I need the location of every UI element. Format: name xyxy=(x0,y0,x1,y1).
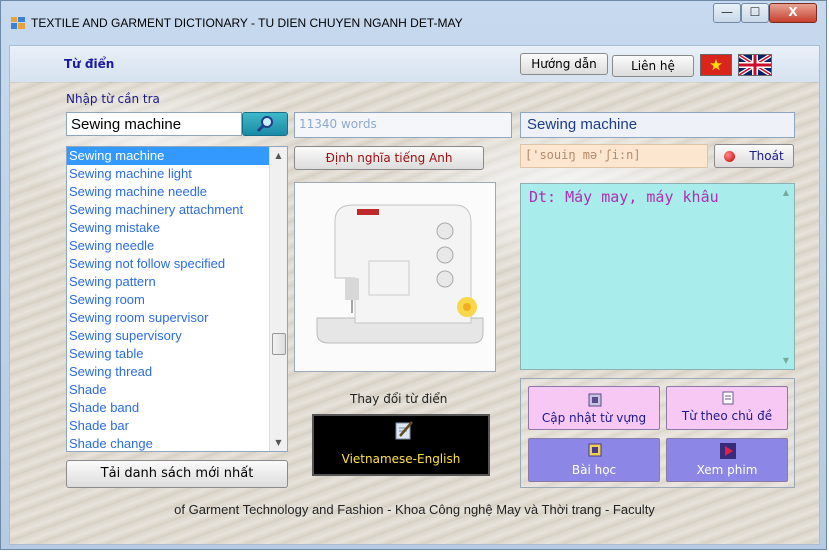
footer-text: of Garment Technology and Fashion - Khoa… xyxy=(174,502,655,517)
word-list-item[interactable]: Sewing machine needle xyxy=(67,183,287,201)
dictionary-selector[interactable]: Vietnamese-English xyxy=(312,414,490,476)
uk-flag-button[interactable] xyxy=(737,53,773,77)
word-list-item[interactable]: Sewing machine light xyxy=(67,165,287,183)
title-bar: TEXTILE AND GARMENT DICTIONARY - TU DIEN… xyxy=(1,1,826,35)
document-icon xyxy=(722,391,734,405)
current-dictionary: Vietnamese-English xyxy=(341,452,461,466)
videos-label: Xem phim xyxy=(696,463,758,477)
main-client-area: Từ điển Hướng dẫn Liên hệ Nhập từ cần tr… xyxy=(9,45,820,545)
topics-button[interactable]: Từ theo chủ đề xyxy=(666,386,788,430)
topics-label: Từ theo chủ đề xyxy=(681,409,773,423)
lessons-button[interactable]: Bài học xyxy=(528,438,660,482)
headword-display: Sewing machine xyxy=(520,112,795,138)
sewing-machine-image xyxy=(295,183,495,371)
vietnam-flag-button[interactable] xyxy=(700,54,732,76)
maximize-button[interactable]: ☐ xyxy=(741,3,769,23)
lesson-icon xyxy=(588,443,602,457)
word-list-item[interactable]: Sewing table xyxy=(67,345,287,363)
update-icon xyxy=(588,393,602,407)
def-scroll-up-icon[interactable]: ▲ xyxy=(778,184,794,201)
pronunciation-display: ['souiŋ mə'ʃi:n] xyxy=(520,144,708,168)
update-vocab-label: Cập nhật từ vựng xyxy=(541,411,647,425)
minimize-button[interactable]: — xyxy=(713,3,741,23)
help-button[interactable]: Hướng dẫn xyxy=(520,53,608,75)
word-list-item[interactable]: Sewing room xyxy=(67,291,287,309)
image-panel xyxy=(294,182,496,372)
search-button[interactable] xyxy=(242,112,288,136)
scroll-thumb[interactable] xyxy=(272,333,286,355)
app-window: TEXTILE AND GARMENT DICTIONARY - TU DIEN… xyxy=(0,0,827,550)
word-list-item[interactable]: Shade bar xyxy=(67,417,287,435)
word-list-item[interactable]: Shade xyxy=(67,381,287,399)
lessons-label: Bài học xyxy=(571,463,617,477)
word-list-item[interactable]: Sewing room supervisor xyxy=(67,309,287,327)
word-list-items: Sewing machine Sewing machine light Sewing… xyxy=(67,147,287,451)
scroll-up-icon[interactable]: ▲ xyxy=(270,147,287,164)
definition-panel[interactable]: Dt: Máy may, máy khâu ▲ ▼ xyxy=(520,183,795,370)
english-definition-button[interactable]: Định nghĩa tiếng Anh xyxy=(294,146,484,170)
window-title: TEXTILE AND GARMENT DICTIONARY - TU DIEN… xyxy=(31,16,463,30)
contact-button[interactable]: Liên hệ xyxy=(612,55,694,77)
word-list-item[interactable]: Sewing supervisory xyxy=(67,327,287,345)
definition-scrollbar[interactable]: ▲ ▼ xyxy=(778,184,794,369)
menu-bar: Từ điển Hướng dẫn Liên hệ xyxy=(10,46,819,83)
word-list[interactable]: Sewing machine Sewing machine light Sewing… xyxy=(66,146,288,452)
word-list-item[interactable]: Sewing not follow specified xyxy=(67,255,287,273)
magnifier-icon xyxy=(256,116,273,133)
uk-flag-icon xyxy=(737,53,773,77)
def-scroll-down-icon[interactable]: ▼ xyxy=(778,352,794,369)
word-count: 11340 words xyxy=(294,112,512,138)
update-vocab-button[interactable]: Cập nhật từ vựng xyxy=(528,386,660,430)
red-dot-icon xyxy=(724,151,736,162)
refresh-list-button[interactable]: Tải danh sách mới nhất xyxy=(66,460,288,488)
word-list-item[interactable]: Sewing thread xyxy=(67,363,287,381)
menu-dictionary[interactable]: Từ điển xyxy=(64,57,114,71)
change-dictionary-label: Thay đổi từ điển xyxy=(350,392,448,406)
app-icon xyxy=(11,17,25,29)
close-button[interactable]: X xyxy=(769,3,817,23)
word-list-item[interactable]: Sewing machinery attachment xyxy=(67,201,287,219)
exit-label: Thoát xyxy=(749,149,784,163)
exit-button[interactable]: Thoát xyxy=(714,144,794,168)
word-list-scrollbar[interactable]: ▲ ▼ xyxy=(269,147,287,451)
search-input[interactable]: Sewing machine xyxy=(66,112,242,136)
notepad-icon xyxy=(395,421,413,440)
vietnam-flag-icon xyxy=(710,59,722,71)
search-label: Nhập từ cần tra xyxy=(66,92,160,106)
scroll-down-icon[interactable]: ▼ xyxy=(270,434,287,451)
word-list-item[interactable]: Shade change xyxy=(67,435,287,451)
definition-text: Dt: Máy may, máy khâu xyxy=(529,188,719,206)
videos-button[interactable]: Xem phim xyxy=(666,438,788,482)
word-list-item[interactable]: Sewing needle xyxy=(67,237,287,255)
word-list-item[interactable]: Sewing machine xyxy=(67,147,287,165)
word-list-item[interactable]: Sewing pattern xyxy=(67,273,287,291)
word-list-item[interactable]: Sewing mistake xyxy=(67,219,287,237)
play-icon xyxy=(720,443,736,459)
word-list-item[interactable]: Shade band xyxy=(67,399,287,417)
